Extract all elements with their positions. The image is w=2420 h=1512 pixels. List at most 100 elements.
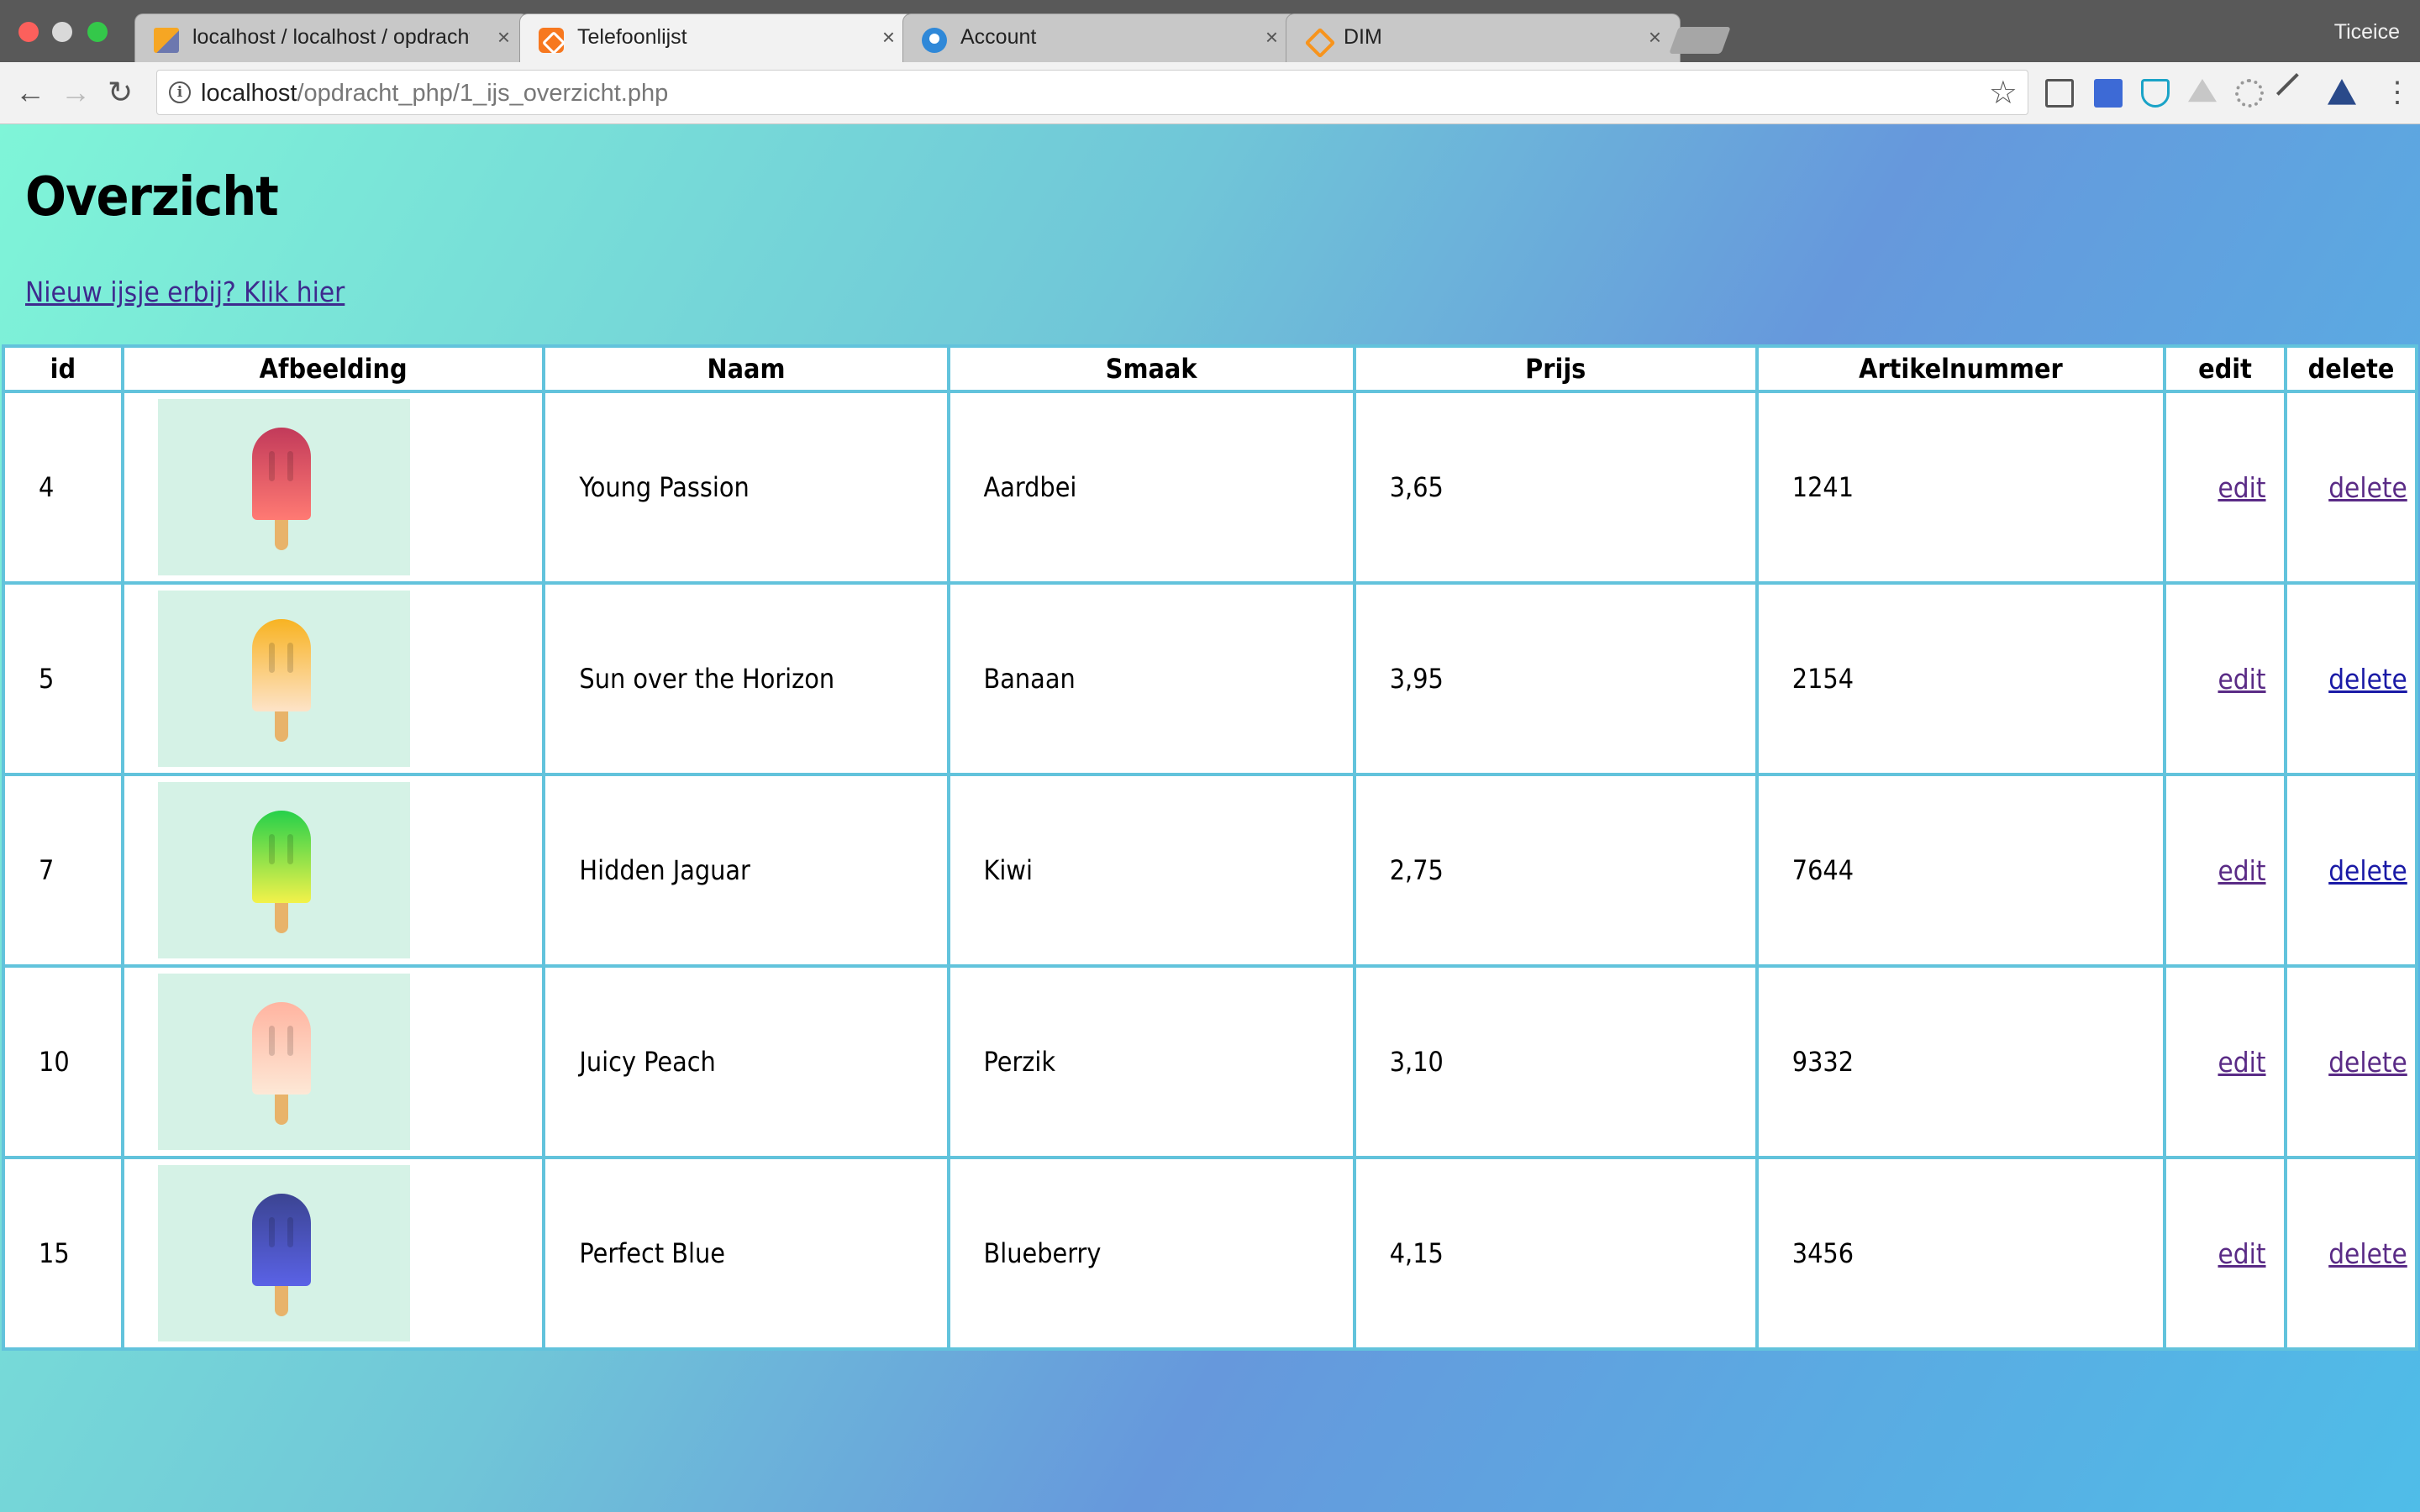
popsicle-stick: [274, 1286, 288, 1316]
window-close-button[interactable]: [18, 22, 39, 42]
delete-link[interactable]: delete: [2328, 854, 2407, 887]
column-header-prijs: Prijs: [1352, 344, 1759, 393]
naam-cell: Perfect Blue: [542, 1156, 950, 1351]
column-header-smaak: Smaak: [946, 344, 1356, 393]
reload-icon[interactable]: ↻: [108, 77, 133, 108]
artikelnummer-cell: 1241: [1754, 390, 2167, 585]
artikelnummer-cell: 9332: [1754, 964, 2167, 1159]
popsicle-stick: [274, 711, 288, 742]
tab-dim[interactable]: DIM ×: [1286, 13, 1681, 62]
window-maximize-button[interactable]: [87, 22, 108, 42]
naam-cell: Young Passion: [542, 390, 950, 585]
address-bar[interactable]: i localhost/opdracht_php/1_ijs_overzicht…: [156, 70, 2028, 115]
image-cell: [120, 964, 546, 1159]
delete-link[interactable]: delete: [2328, 1237, 2407, 1270]
cast-icon[interactable]: [2045, 79, 2074, 108]
smaak-cell: Perzik: [946, 964, 1356, 1159]
smaak-cell: Blueberry: [946, 1156, 1356, 1351]
delete-link[interactable]: delete: [2328, 471, 2407, 504]
smaak-cell: Aardbei: [946, 390, 1356, 585]
url-text[interactable]: localhost/opdracht_php/1_ijs_overzicht.p…: [201, 80, 668, 108]
close-tab-icon[interactable]: ×: [1265, 24, 1278, 50]
eyedropper-icon[interactable]: [2275, 72, 2317, 114]
popsicle-stripe: [287, 643, 293, 673]
close-tab-icon[interactable]: ×: [1649, 24, 1661, 50]
close-tab-icon[interactable]: ×: [882, 24, 895, 50]
add-ice-link[interactable]: Nieuw ijsje erbij? Klik hier: [25, 276, 345, 308]
tab-account[interactable]: Account ×: [902, 13, 1297, 62]
browser-toolbar: ← → ↻ i localhost/opdracht_php/1_ijs_ove…: [0, 62, 2420, 124]
popsicle-stick: [274, 903, 288, 933]
popsicle-stripe: [268, 1026, 275, 1056]
tab-title: Account: [960, 25, 1037, 49]
new-tab-button[interactable]: [1669, 27, 1731, 54]
dim-icon: [1305, 28, 1330, 53]
id-cell: 4: [2, 390, 124, 585]
gear-extension-icon[interactable]: [2235, 79, 2264, 108]
artikelnummer-cell: 7644: [1754, 773, 2167, 968]
triangle-extension-icon[interactable]: [2328, 79, 2356, 105]
image-cell: [120, 773, 546, 968]
edit-link[interactable]: edit: [2218, 663, 2266, 696]
table-header-row: id Afbeelding Naam Smaak Prijs Artikelnu…: [2, 344, 2419, 393]
popsicle-stripe: [268, 1217, 275, 1247]
forward-arrow-icon[interactable]: →: [60, 77, 91, 108]
table-row: 4 Young Passion Aardbei 3,65 1241 edit delete: [2, 390, 2419, 585]
popsicle-stripe: [268, 451, 275, 481]
prijs-cell: 4,15: [1352, 1156, 1759, 1351]
bookmark-star-icon[interactable]: ☆: [1989, 74, 2018, 112]
info-icon[interactable]: i: [169, 81, 191, 103]
edit-link[interactable]: edit: [2218, 1046, 2266, 1079]
column-header-afbeelding: Afbeelding: [120, 344, 546, 393]
popsicle-stripe: [287, 1026, 293, 1056]
column-header-id: id: [2, 344, 124, 393]
prijs-cell: 3,10: [1352, 964, 1759, 1159]
edit-cell: edit: [2163, 390, 2287, 585]
shield-extension-icon[interactable]: [2141, 79, 2170, 108]
close-tab-icon[interactable]: ×: [497, 24, 510, 50]
popsicle-image: [157, 591, 410, 767]
tab-title: DIM: [1344, 25, 1382, 49]
prijs-cell: 2,75: [1352, 773, 1759, 968]
delete-link[interactable]: delete: [2328, 663, 2407, 696]
delete-cell: delete: [2283, 390, 2419, 585]
popsicle-stripe: [268, 834, 275, 864]
prijs-cell: 3,65: [1352, 390, 1759, 585]
url-path: /opdracht_php/1_ijs_overzicht.php: [297, 80, 669, 107]
phpmyadmin-icon: [154, 28, 179, 53]
id-cell: 15: [2, 1156, 124, 1351]
delete-cell: delete: [2283, 581, 2419, 776]
popsicle-stripe: [287, 834, 293, 864]
naam-cell: Juicy Peach: [542, 964, 950, 1159]
tab-telefoonlijst[interactable]: Telefoonlijst ×: [519, 13, 914, 64]
popsicle-stripe: [287, 451, 293, 481]
table-row: 7 Hidden Jaguar Kiwi 2,75 7644 edit delete: [2, 773, 2419, 968]
browser-menu-icon[interactable]: ⋮: [2383, 76, 2412, 109]
smaak-cell: Banaan: [946, 581, 1356, 776]
naam-cell: Sun over the Horizon: [542, 581, 950, 776]
profile-name[interactable]: Ticeice: [2334, 20, 2400, 45]
page-content: Overzicht Nieuw ijsje erbij? Klik hier i…: [0, 124, 2420, 1512]
delete-link[interactable]: delete: [2328, 1046, 2407, 1079]
extension-blue-icon[interactable]: [2094, 79, 2123, 108]
popsicle-image: [157, 782, 410, 958]
popsicle-image: [157, 399, 410, 575]
tab-phpmyadmin[interactable]: localhost / localhost / opdracht_php ×: [134, 13, 529, 62]
popsicle-stripe: [268, 643, 275, 673]
window-minimize-button[interactable]: [52, 22, 72, 42]
column-header-delete: delete: [2283, 344, 2419, 393]
edit-link[interactable]: edit: [2218, 854, 2266, 887]
table-row: 5 Sun over the Horizon Banaan 3,95 2154 edit d…: [2, 581, 2419, 776]
edit-link[interactable]: edit: [2218, 1237, 2266, 1270]
popsicle-image: [157, 974, 410, 1150]
edit-link[interactable]: edit: [2218, 471, 2266, 504]
image-cell: [120, 1156, 546, 1351]
ice-table: id Afbeelding Naam Smaak Prijs Artikelnu…: [2, 344, 2419, 1351]
artikelnummer-cell: 3456: [1754, 1156, 2167, 1351]
drive-icon[interactable]: [2188, 79, 2217, 102]
smaak-cell: Kiwi: [946, 773, 1356, 968]
back-arrow-icon[interactable]: ←: [15, 77, 45, 108]
table-row: 10 Juicy Peach Perzik 3,10 9332 edit delete: [2, 964, 2419, 1159]
prijs-cell: 3,95: [1352, 581, 1759, 776]
tab-title: Telefoonlijst: [577, 25, 687, 49]
